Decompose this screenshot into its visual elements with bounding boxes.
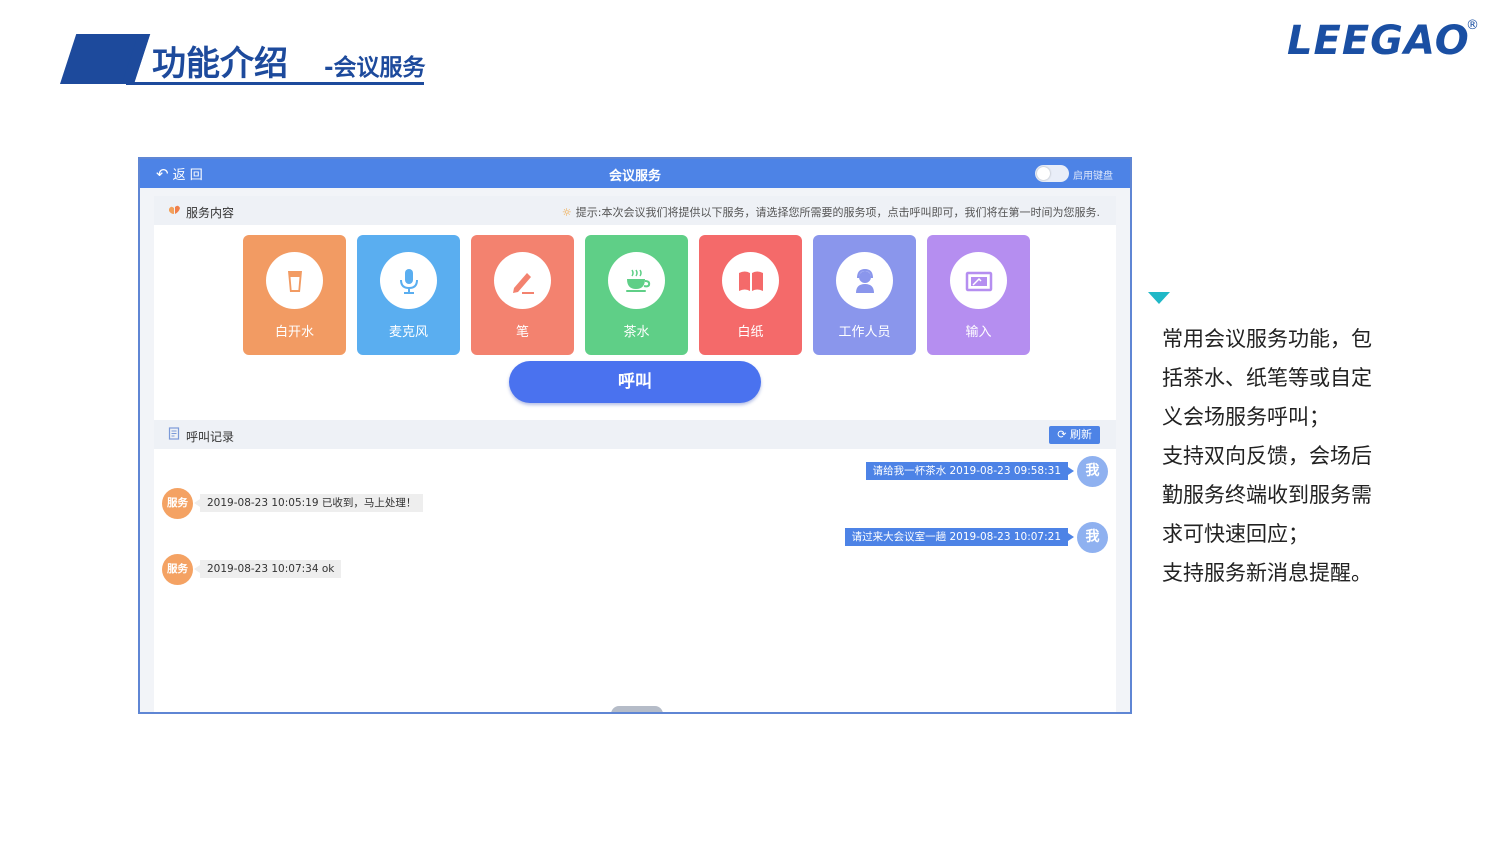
avatar-service: 服务 — [162, 554, 193, 585]
app-titlebar: ↶ 返 回 会议服务 启用键盘 — [140, 159, 1130, 188]
keyboard-toggle[interactable] — [1035, 165, 1069, 182]
call-log-messages: 请给我一杯茶水 2019-08-23 09:58:31 我 服务 2019-08… — [154, 454, 1116, 712]
description-line: 义会场服务呼叫； — [1162, 405, 1330, 429]
service-tile-label: 茶水 — [623, 325, 650, 340]
slide-header: 功能介绍 -会议服务 — [42, 30, 432, 88]
description-line: 常用会议服务功能，包 — [1162, 327, 1372, 351]
keyboard-toggle-label: 启用键盘 — [1073, 171, 1113, 182]
brand-logo: LEEGAO — [1287, 18, 1470, 64]
registered-mark: ® — [1466, 18, 1479, 33]
slide-title: 功能介绍 — [152, 44, 288, 84]
refresh-icon: ⟳ — [1057, 428, 1070, 441]
tea-cup-icon — [608, 252, 665, 309]
triangle-marker-icon — [1148, 292, 1170, 304]
description-line: 求可快速回应； — [1162, 522, 1309, 546]
water-glass-icon — [266, 252, 323, 309]
description-line: 支持服务新消息提醒。 — [1162, 561, 1372, 585]
service-section-bar: 服务内容 ☼ 提示:本次会议我们将提供以下服务，请选择您所需要的服务项，点击呼叫即… — [154, 196, 1116, 225]
toggle-knob — [1037, 167, 1050, 180]
message-bubble-received: 2019-08-23 10:05:19 已收到，马上处理！ — [193, 494, 424, 512]
service-tile-label: 输入 — [965, 325, 992, 340]
service-tile-label: 工作人员 — [838, 325, 891, 340]
service-hint: ☼ 提示:本次会议我们将提供以下服务，请选择您所需要的服务项，点击呼叫即可，我们将… — [562, 204, 1100, 220]
avatar-me: 我 — [1077, 522, 1108, 553]
refresh-button[interactable]: ⟳ 刷新 — [1049, 426, 1100, 444]
service-tiles: 白开水 麦克风 笔 茶水 白纸 工作人员 输入 — [243, 235, 1033, 357]
call-log-section-bar: 呼叫记录 ⟳ 刷新 — [154, 420, 1116, 449]
avatar-me: 我 — [1077, 456, 1108, 487]
service-hand-icon — [168, 203, 181, 220]
pen-icon — [494, 252, 551, 309]
service-tile-input[interactable]: 输入 — [927, 235, 1030, 355]
message-bubble-received: 2019-08-23 10:07:34 ok — [193, 560, 342, 578]
message-bubble-sent: 请给我一杯茶水 2019-08-23 09:58:31 — [865, 462, 1075, 480]
service-hint-text: 提示:本次会议我们将提供以下服务，请选择您所需要的服务项，点击呼叫即可，我们将在… — [575, 206, 1100, 219]
header-underline — [126, 82, 424, 85]
service-tile-pen[interactable]: 笔 — [471, 235, 574, 355]
document-icon — [168, 427, 181, 444]
service-tile-tea[interactable]: 茶水 — [585, 235, 688, 355]
message-bubble-sent: 请过来大会议室一趟 2019-08-23 10:07:21 — [844, 528, 1075, 546]
service-tile-label: 笔 — [515, 325, 529, 340]
service-tile-label: 麦克风 — [388, 325, 428, 340]
feature-description: 常用会议服务功能，包 括茶水、纸笔等或自定 义会场服务呼叫； 支持双向反馈，会场… — [1162, 320, 1402, 593]
service-tile-label: 白开水 — [274, 325, 314, 340]
service-tile-staff[interactable]: 工作人员 — [813, 235, 916, 355]
app-title: 会议服务 — [608, 169, 661, 184]
description-line: 括茶水、纸笔等或自定 — [1162, 366, 1372, 390]
service-tile-microphone[interactable]: 麦克风 — [357, 235, 460, 355]
service-section-label: 服务内容 — [186, 206, 235, 220]
meeting-service-app: ↶ 返 回 会议服务 启用键盘 服务内容 ☼ 提示:本次会议我们将提供以下服务，请选… — [138, 157, 1132, 714]
microphone-icon — [380, 252, 437, 309]
book-icon — [722, 252, 779, 309]
avatar-service: 服务 — [162, 488, 193, 519]
slide-subtitle: -会议服务 — [324, 55, 426, 81]
service-tile-label: 白纸 — [737, 325, 764, 340]
call-button[interactable]: 呼叫 — [509, 361, 761, 403]
input-icon — [950, 252, 1007, 309]
refresh-label: 刷新 — [1070, 428, 1092, 441]
staff-icon — [836, 252, 893, 309]
service-tile-water[interactable]: 白开水 — [243, 235, 346, 355]
description-line: 勤服务终端收到服务需 — [1162, 483, 1372, 507]
description-line: 支持双向反馈，会场后 — [1162, 444, 1372, 468]
lightbulb-icon: ☼ — [561, 206, 572, 219]
app-content: 服务内容 ☼ 提示:本次会议我们将提供以下服务，请选择您所需要的服务项，点击呼叫即… — [154, 196, 1116, 712]
call-log-label: 呼叫记录 — [186, 430, 235, 444]
service-tile-paper[interactable]: 白纸 — [699, 235, 802, 355]
pull-up-handle[interactable] — [611, 706, 663, 712]
